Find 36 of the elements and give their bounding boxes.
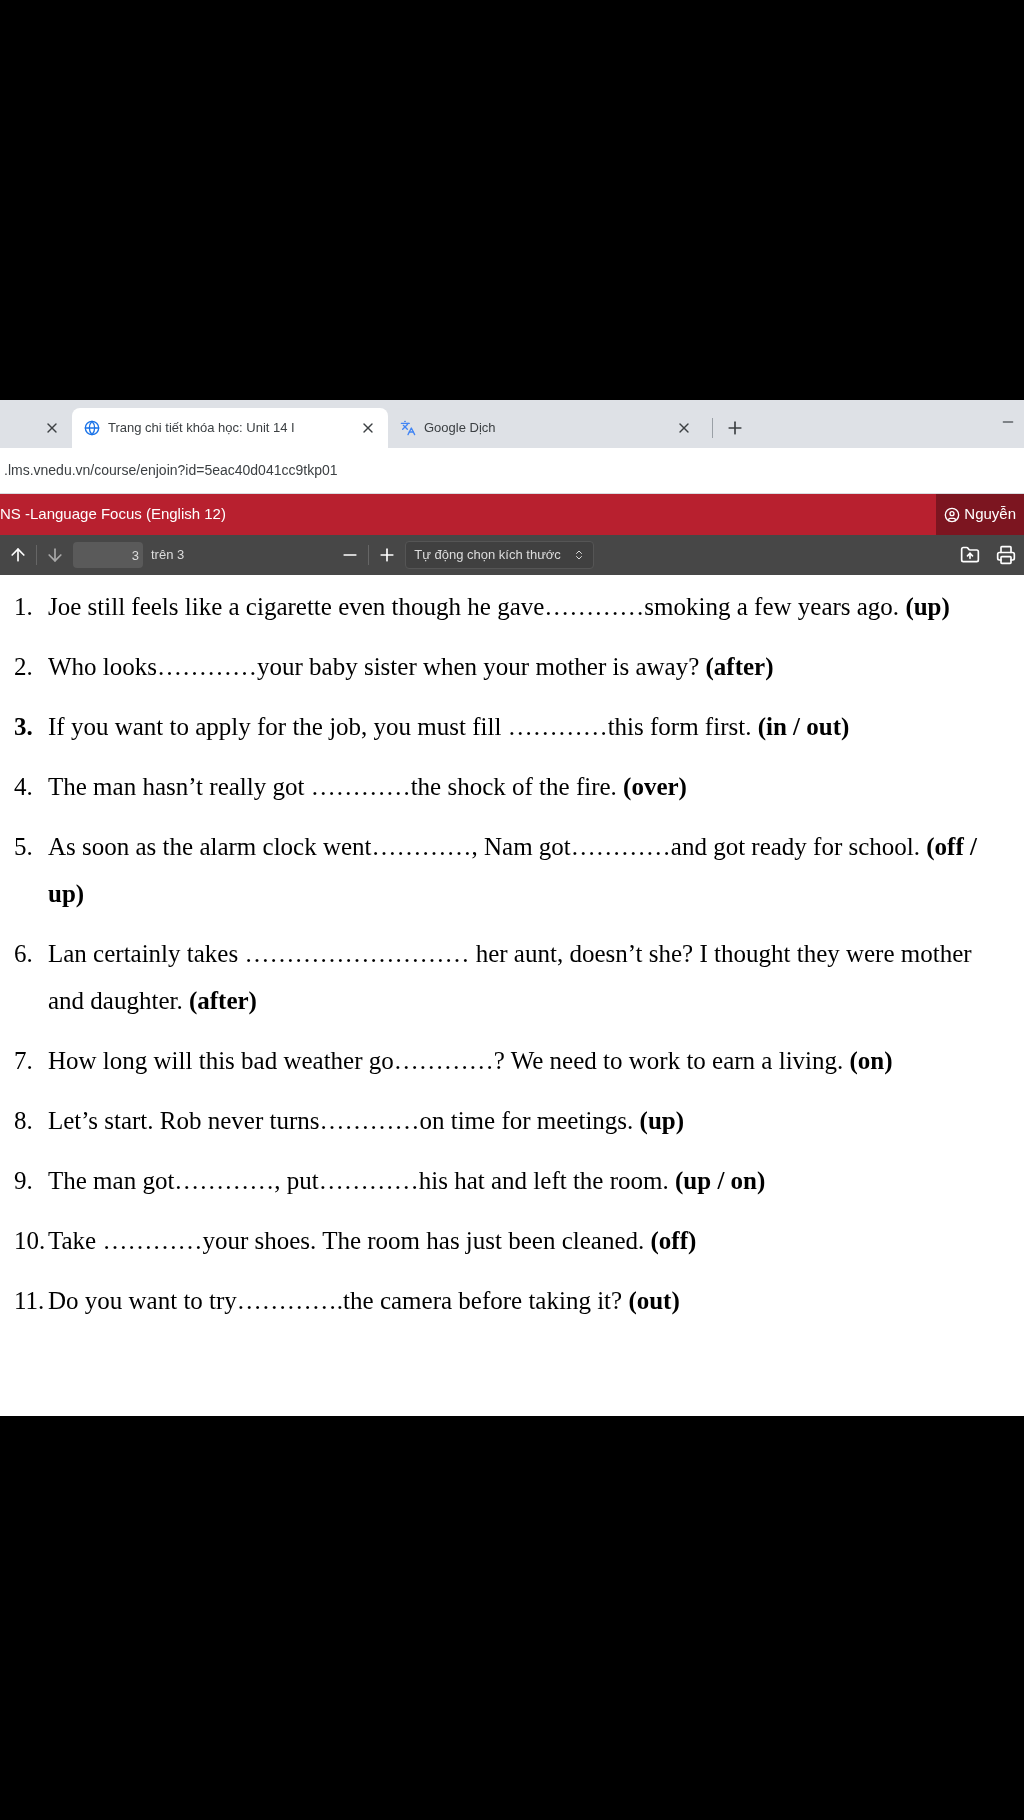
exercise-number: 2. bbox=[14, 652, 34, 682]
exercise-number: 9. bbox=[14, 1166, 34, 1196]
exercise-text: If you want to apply for the job, you must fill …………this form first. (in / out) bbox=[48, 712, 850, 742]
exercise-text: Lan certainly takes ……………………… her aunt, doesn’t she? I thought they were mother and daughter. (after) bbox=[48, 939, 973, 1017]
zoom-select[interactable]: Tự động chọn kích thước bbox=[405, 541, 594, 569]
exercise-text: Take …………your shoes. The room has just been cleaned. (off) bbox=[48, 1226, 697, 1257]
address-bar[interactable]: .lms.vnedu.vn/course/enjoin?id=5eac40d041cc9tkp01 bbox=[4, 460, 338, 481]
exercise-number: 8. bbox=[14, 1106, 34, 1136]
user-icon bbox=[944, 506, 961, 523]
exercise-text: Let’s start. Rob never turns…………on time for meetings. (up) bbox=[48, 1106, 685, 1137]
page-number-field[interactable]: 3 bbox=[73, 542, 143, 568]
exercise-number: 1. bbox=[14, 592, 34, 622]
exercise-text: Joe still feels like a cigarette even though he gave…………smoking a few years ago. (up) bbox=[48, 592, 950, 623]
folder-icon[interactable] bbox=[960, 545, 980, 565]
exercise-text: How long will this bad weather go…………? We need to work to earn a living. (on) bbox=[48, 1046, 893, 1077]
course-title: NS -Language Focus (English 12) bbox=[0, 504, 227, 525]
exercise-number: 4. bbox=[14, 772, 34, 802]
exercise-number: 7. bbox=[14, 1046, 34, 1076]
exercise-number: 3. bbox=[14, 712, 34, 742]
exercise-text: Who looks…………your baby sister when your mother is away? (after) bbox=[48, 652, 774, 683]
exercise-number: 11. bbox=[14, 1286, 46, 1316]
exercise-text: The man got…………, put…………his hat and left the room. (up / on) bbox=[48, 1166, 766, 1197]
browser-tab[interactable]: Trang chi tiết khóa học: Unit 14 I bbox=[72, 408, 388, 448]
globe-icon bbox=[84, 420, 100, 436]
exercise-text: As soon as the alarm clock went…………, Nam got…………and got ready for school. (off / up) bbox=[48, 832, 978, 909]
page-count: trên 3 bbox=[151, 546, 185, 565]
tab-title: Trang chi tiết khóa học: Unit 14 I bbox=[108, 419, 296, 438]
exercise-number: 6. bbox=[14, 939, 34, 969]
exercise-text: The man hasn’t really got …………the shock of the fire. (over) bbox=[48, 772, 687, 803]
exercise-text: Do you want to try………….the camera before taking it? (out) bbox=[48, 1286, 680, 1317]
print-icon[interactable] bbox=[996, 545, 1016, 565]
exercise-number: 10. bbox=[14, 1226, 47, 1256]
user-menu[interactable]: Nguyễn bbox=[936, 494, 1024, 535]
tab-title: Google Dịch bbox=[424, 419, 497, 438]
translate-icon bbox=[400, 420, 416, 436]
exercise-number: 5. bbox=[14, 832, 34, 862]
